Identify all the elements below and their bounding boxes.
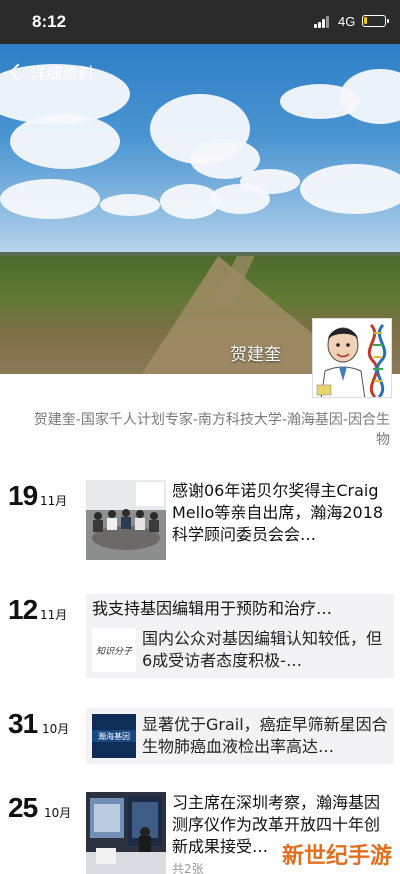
status-time: 8:12	[32, 12, 67, 31]
status-bar: 8:12 4G	[0, 0, 400, 44]
svg-text:知识分子: 知识分子	[96, 646, 133, 657]
moment-post[interactable]: 12 11月 我支持基因编辑用于预防和治疗… 知识分子 国内公众对基因编辑认知较…	[0, 594, 400, 678]
link-card[interactable]: 瀚海基因 显著优于Grail，癌症早筛新星因合生物肺癌血液检出率高达…	[86, 708, 394, 764]
chevron-left-icon	[9, 63, 27, 81]
signal-icon	[314, 16, 332, 28]
profile-signature: 贺建奎-国家千人计划专家-南方科技大学-瀚海基因-因合生物	[33, 412, 390, 448]
link-card[interactable]: 知识分子 国内公众对基因编辑认知较低，但6成受访者态度积极-…	[86, 624, 394, 678]
network-type: 4G	[338, 14, 356, 29]
watermark: 新世纪手游	[282, 844, 393, 869]
link-logo-text: 瀚海基因	[98, 731, 130, 741]
back-button[interactable]: 详细资料	[6, 60, 94, 84]
link-thumbnail: 瀚海基因	[92, 714, 136, 758]
post-day: 19	[8, 480, 38, 511]
link-title: 国内公众对基因编辑认知较低，但6成受访者态度积极-…	[142, 629, 383, 670]
post-month: 11月	[40, 494, 68, 508]
shared-post[interactable]: 我支持基因编辑用于预防和治疗… 知识分子 国内公众对基因编辑认知较低，但6成受访…	[86, 594, 394, 678]
link-title: 显著优于Grail，癌症早筛新星因合生物肺癌血液检出率高达…	[142, 715, 388, 756]
post-month: 10月	[44, 806, 72, 820]
post-month: 11月	[40, 608, 68, 622]
post-comment: 我支持基因编辑用于预防和治疗…	[86, 594, 394, 624]
moment-post[interactable]: 31 10月 瀚海基因 显著优于Grail，癌症早筛新星因合生物肺癌血液检出率高…	[0, 708, 400, 768]
post-day: 12	[8, 594, 38, 625]
battery-icon	[362, 15, 389, 27]
back-label: 详细资料	[30, 64, 95, 83]
post-text: 感谢06年诺贝尔奖得主Craig Mello等亲自出席，瀚海2018科学顾问委员…	[172, 481, 384, 544]
battery-level	[364, 17, 367, 24]
avatar-caricature	[313, 319, 391, 397]
post-month: 10月	[42, 722, 70, 736]
image-count: 共2张	[172, 862, 204, 874]
post-photo-meeting[interactable]	[86, 480, 166, 560]
post-day: 31	[8, 708, 38, 739]
post-day: 25	[8, 792, 38, 823]
moment-post[interactable]: 19 11月 感谢06年诺贝尔奖得主Craig Mello等亲自出席，瀚海201…	[0, 480, 400, 564]
post-photo-exhibition[interactable]	[86, 792, 166, 874]
link-thumbnail: 知识分子	[92, 628, 136, 672]
profile-name: 贺建奎	[230, 345, 281, 365]
avatar[interactable]	[312, 318, 392, 398]
